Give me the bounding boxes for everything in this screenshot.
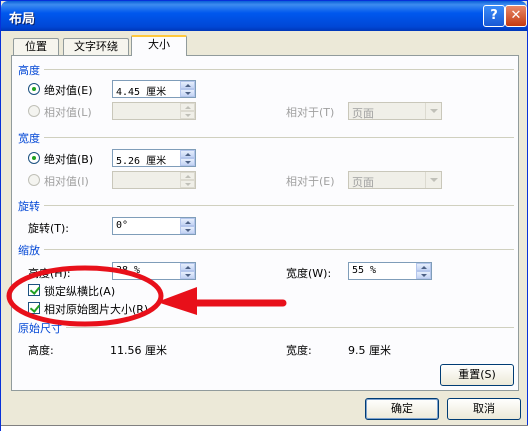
divider [44,137,514,138]
spinner-buttons[interactable] [180,172,195,188]
scale-height-input[interactable]: 38 % [112,262,196,280]
height-relative-to-select[interactable]: 页面 [348,102,442,120]
width-absolute-label: 绝对值(B) [44,153,94,166]
width-section-title: 宽度 [18,132,40,145]
width-relative-radio[interactable] [28,174,40,186]
height-relative-label: 相对值(L) [44,106,92,119]
spinner-buttons[interactable] [180,81,195,97]
original-size-section-title: 原始尺寸 [18,322,62,335]
spin-down-icon[interactable] [180,89,195,97]
spinner-buttons[interactable] [180,218,195,234]
scale-width-label: 宽度(W): [286,267,332,280]
height-absolute-value: 4.45 厘米 [116,87,167,98]
scale-width-value: 55 % [352,265,377,276]
width-absolute-input[interactable]: 5.26 厘米 [112,149,196,167]
spinner-buttons[interactable] [180,103,195,119]
spin-down-icon[interactable] [416,271,431,279]
original-height-label: 高度: [28,344,54,357]
tab-position[interactable]: 位置 [13,38,59,56]
title-bar[interactable]: 布局 ? ✕ [1,1,527,31]
reset-button[interactable]: 重置(S) [440,364,514,386]
spin-up-icon[interactable] [180,218,195,226]
width-relative-to-value: 页面 [352,176,374,189]
lock-aspect-checkbox[interactable] [28,284,40,296]
size-panel: 高度 绝对值(E) 4.45 厘米 相对值(L) 相对于(T) 页面 宽度 绝对… [11,55,519,391]
scale-height-value: 38 % [116,265,141,276]
height-absolute-label: 绝对值(E) [44,84,93,97]
spin-up-icon[interactable] [180,103,195,111]
height-relative-radio[interactable] [28,105,40,117]
chevron-down-icon[interactable] [425,103,441,119]
spinner-buttons[interactable] [180,263,195,279]
height-section-title: 高度 [18,64,40,77]
chevron-down-icon[interactable] [425,172,441,188]
rotation-input[interactable]: 0° [112,217,196,235]
help-button[interactable]: ? [483,5,505,27]
height-relative-input[interactable] [112,102,196,120]
spinner-buttons[interactable] [416,263,431,279]
scale-width-input[interactable]: 55 % [348,262,432,280]
spin-down-icon[interactable] [180,180,195,188]
spin-down-icon[interactable] [180,226,195,234]
spin-up-icon[interactable] [180,172,195,180]
close-button[interactable]: ✕ [505,5,527,27]
height-absolute-radio[interactable] [28,83,40,95]
width-relative-to-label: 相对于(E) [286,175,335,188]
spin-down-icon[interactable] [180,158,195,166]
original-height-value: 11.56 厘米 [110,344,167,357]
rotation-value: 0° [116,220,129,231]
width-relative-input[interactable] [112,171,196,189]
divider [44,69,514,70]
rotation-section-title: 旋转 [18,200,40,213]
tab-size[interactable]: 大小 [131,35,187,56]
lock-aspect-label: 锁定纵横比(A) [44,285,116,298]
spin-up-icon[interactable] [180,263,195,271]
scale-section-title: 缩放 [18,244,40,257]
relative-original-checkbox[interactable] [28,302,40,314]
rotation-label: 旋转(T): [28,222,70,235]
document-strip [1,425,528,431]
relative-original-label: 相对原始图片大小(R) [44,303,149,316]
spin-up-icon[interactable] [416,263,431,271]
cancel-button[interactable]: 取消 [447,398,521,420]
layout-dialog: 布局 ? ✕ 位置 文字环绕 大小 高度 绝对值(E) 4.45 厘米 相对值(… [0,0,528,431]
width-relative-to-select[interactable]: 页面 [348,171,442,189]
original-width-value: 9.5 厘米 [348,344,391,357]
scale-height-label: 高度(H): [28,267,71,280]
height-relative-to-value: 页面 [352,107,374,120]
spin-up-icon[interactable] [180,81,195,89]
spin-down-icon[interactable] [180,271,195,279]
width-relative-label: 相对值(I) [44,175,89,188]
width-absolute-value: 5.26 厘米 [116,156,167,167]
dialog-title: 布局 [9,12,36,27]
height-relative-to-label: 相对于(T) [286,106,335,119]
divider [66,327,514,328]
tab-text-wrapping[interactable]: 文字环绕 [63,38,129,56]
height-absolute-input[interactable]: 4.45 厘米 [112,80,196,98]
spin-down-icon[interactable] [180,111,195,119]
divider [44,249,514,250]
spinner-buttons[interactable] [180,150,195,166]
width-absolute-radio[interactable] [28,152,40,164]
original-width-label: 宽度: [286,344,312,357]
divider [44,205,514,206]
ok-button[interactable]: 确定 [365,398,439,420]
spin-up-icon[interactable] [180,150,195,158]
